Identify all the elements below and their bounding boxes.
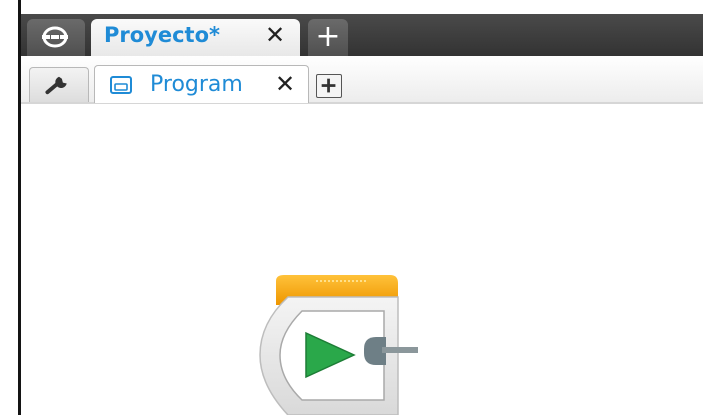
plus-icon: + — [315, 19, 341, 54]
home-icon — [42, 26, 68, 48]
project-tab-label: Proyecto* — [104, 23, 221, 47]
program-tab-label: Program — [150, 72, 243, 97]
start-block[interactable] — [258, 275, 418, 416]
wrench-icon — [45, 76, 67, 95]
plus-box-icon — [321, 78, 336, 93]
lobby-tab[interactable] — [27, 19, 85, 56]
project-properties-tab[interactable] — [29, 67, 89, 102]
close-project-icon[interactable]: ✕ — [265, 21, 285, 49]
tab-program[interactable]: Program ✕ — [94, 65, 309, 103]
add-project-button[interactable]: + — [308, 19, 348, 56]
program-icon — [110, 76, 132, 94]
close-program-icon[interactable]: ✕ — [275, 70, 295, 98]
tab-project[interactable]: Proyecto* ✕ — [91, 19, 300, 56]
add-program-button[interactable] — [316, 74, 342, 98]
